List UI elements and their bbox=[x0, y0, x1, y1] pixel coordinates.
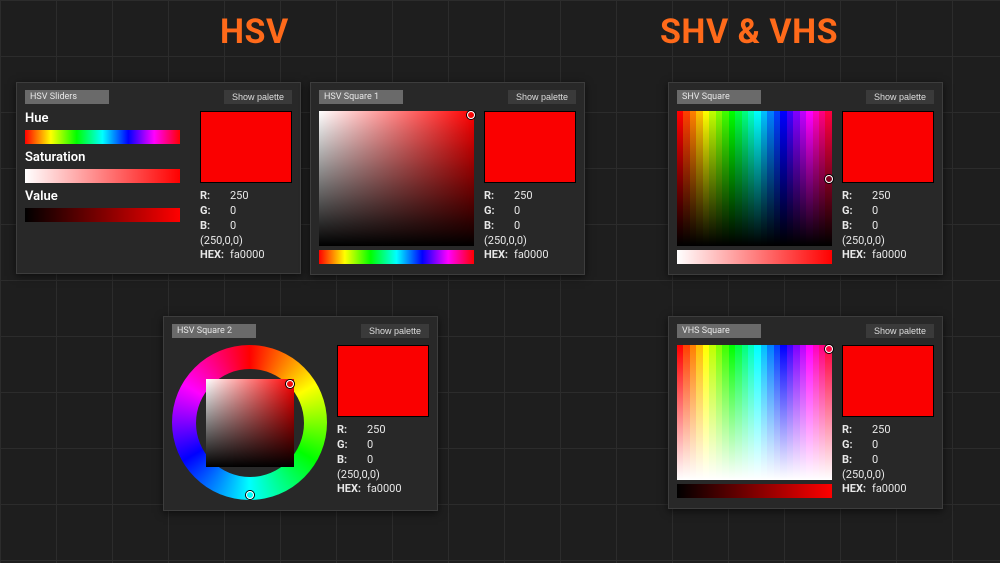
heading-hsv: HSV bbox=[220, 12, 289, 52]
color-readout: R:250 G:0 B:0 (250,0,0) HEX:fa0000 bbox=[842, 423, 934, 497]
show-palette-button[interactable]: Show palette bbox=[508, 90, 576, 104]
hue-strip[interactable] bbox=[319, 250, 474, 264]
sv-inner-square[interactable] bbox=[206, 379, 294, 467]
shv-picker-square[interactable] bbox=[677, 111, 832, 246]
color-readout: R:250 G:0 B:0 (250,0,0) HEX:fa0000 bbox=[337, 423, 429, 497]
panel-shv-square: SHV Square Show palette R:250 G:0 B:0 (2… bbox=[668, 82, 943, 275]
label-hue: Hue bbox=[25, 111, 190, 126]
saturation-strip[interactable] bbox=[677, 250, 832, 264]
value-strip[interactable] bbox=[677, 484, 832, 498]
picker-handle[interactable] bbox=[286, 380, 294, 388]
show-palette-button[interactable]: Show palette bbox=[866, 324, 934, 338]
panel-hsv-sliders: HSV Sliders Hue Saturation Value Show pa… bbox=[16, 82, 301, 274]
panel-hsv-square-2: HSV Square 2 Show palette R:250 G:0 B:0 … bbox=[163, 316, 438, 511]
color-readout: R:250 G:0 B:0 (250,0,0) HEX:fa0000 bbox=[200, 189, 292, 263]
color-swatch bbox=[337, 345, 429, 417]
panel-title: HSV Square 1 bbox=[319, 90, 403, 104]
hue-handle[interactable] bbox=[246, 491, 254, 499]
picker-handle[interactable] bbox=[467, 111, 475, 119]
slider-saturation[interactable] bbox=[25, 169, 180, 183]
show-palette-button[interactable]: Show palette bbox=[866, 90, 934, 104]
sv-picker-square[interactable] bbox=[319, 111, 474, 246]
vhs-picker-square[interactable] bbox=[677, 345, 832, 480]
slider-hue[interactable] bbox=[25, 130, 180, 144]
color-readout: R:250 G:0 B:0 (250,0,0) HEX:fa0000 bbox=[484, 189, 576, 263]
color-swatch bbox=[842, 345, 934, 417]
panel-title: SHV Square bbox=[677, 90, 761, 104]
heading-shv-vhs: SHV & VHS bbox=[660, 12, 838, 52]
panel-title: HSV Sliders bbox=[25, 90, 109, 104]
slider-value[interactable] bbox=[25, 208, 180, 222]
panel-vhs-square: VHS Square Show palette R:250 G:0 B:0 (2… bbox=[668, 316, 943, 509]
hue-wheel[interactable] bbox=[172, 345, 327, 500]
color-swatch bbox=[842, 111, 934, 183]
label-value: Value bbox=[25, 189, 190, 204]
show-palette-button[interactable]: Show palette bbox=[361, 324, 429, 338]
show-palette-button[interactable]: Show palette bbox=[224, 90, 292, 104]
panel-title: HSV Square 2 bbox=[172, 324, 256, 338]
color-readout: R:250 G:0 B:0 (250,0,0) HEX:fa0000 bbox=[842, 189, 934, 263]
panel-hsv-square-1: HSV Square 1 Show palette R:250 G:0 B:0 … bbox=[310, 82, 585, 275]
color-swatch bbox=[484, 111, 576, 183]
panel-title: VHS Square bbox=[677, 324, 761, 338]
picker-handle[interactable] bbox=[825, 175, 833, 183]
picker-handle[interactable] bbox=[825, 345, 833, 353]
color-swatch bbox=[200, 111, 292, 183]
label-saturation: Saturation bbox=[25, 150, 190, 165]
